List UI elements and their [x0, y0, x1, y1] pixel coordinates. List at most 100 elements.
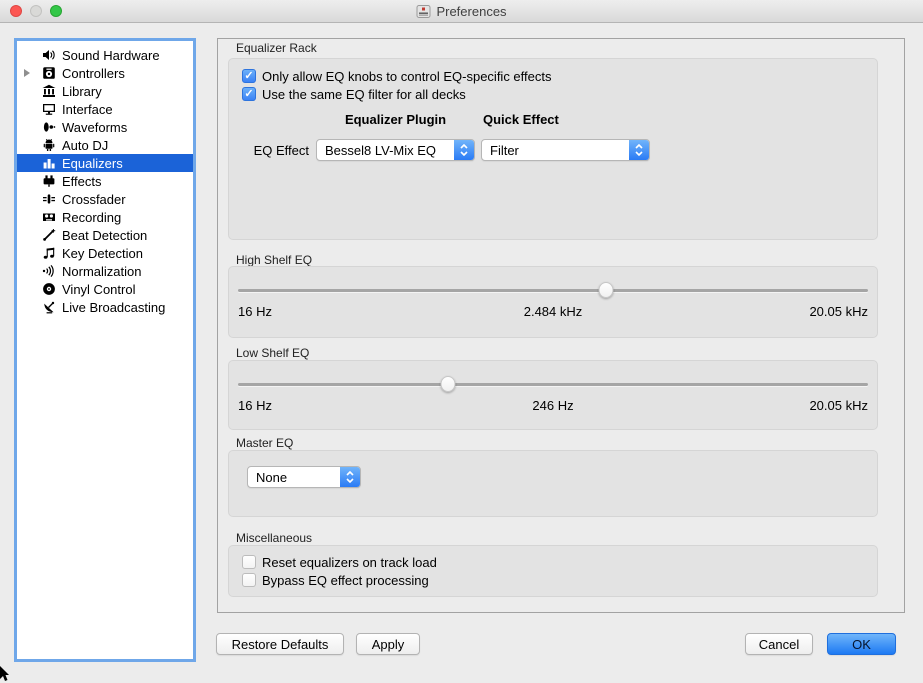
window-title: Preferences: [0, 0, 923, 22]
ok-button[interactable]: OK: [827, 633, 896, 655]
sidebar-item-controllers[interactable]: Controllers: [17, 64, 193, 82]
vinyl-icon: [41, 282, 56, 297]
sidebar-item-sound-hardware[interactable]: Sound Hardware: [17, 46, 193, 64]
apply-button[interactable]: Apply: [356, 633, 420, 655]
sidebar-item-recording[interactable]: Recording: [17, 208, 193, 226]
sidebar-item-effects[interactable]: Effects: [17, 172, 193, 190]
quick-effect-header: Quick Effect: [483, 112, 559, 127]
low-shelf-min: 16 Hz: [238, 398, 272, 413]
sidebar-item-label: Live Broadcasting: [62, 300, 165, 315]
equalizer-plugin-header: Equalizer Plugin: [316, 112, 475, 127]
sidebar-item-equalizers[interactable]: Equalizers: [17, 154, 193, 172]
sidebar-item-label: Beat Detection: [62, 228, 147, 243]
high-shelf-min: 16 Hz: [238, 304, 272, 319]
window-title-text: Preferences: [436, 4, 506, 19]
checkbox[interactable]: ✓: [242, 69, 256, 83]
sidebar-item-auto-dj[interactable]: Auto DJ: [17, 136, 193, 154]
bank-icon: [41, 84, 56, 99]
checkbox[interactable]: ✓: [242, 87, 256, 101]
speaker-icon: [41, 48, 56, 63]
low-shelf-value: 246 Hz: [532, 398, 573, 413]
combo-stepper-icon: [340, 467, 360, 487]
crossfader-icon: [41, 192, 56, 207]
checkbox-label: Use the same EQ filter for all decks: [262, 87, 466, 102]
sidebar-item-label: Key Detection: [62, 246, 143, 261]
checkbox[interactable]: ✓: [242, 555, 256, 569]
monitor-icon: [41, 102, 56, 117]
equalizer-bars-icon: [41, 156, 56, 171]
sidebar-item-waveforms[interactable]: Waveforms: [17, 118, 193, 136]
checkbox-row[interactable]: ✓ Bypass EQ effect processing: [242, 572, 429, 588]
checkbox-label: Reset equalizers on track load: [262, 555, 437, 570]
slider-handle[interactable]: [441, 376, 456, 392]
combo-stepper-icon: [629, 140, 649, 160]
miscellaneous-group: ✓ Reset equalizers on track load ✓ Bypas…: [228, 545, 878, 597]
checkbox-row[interactable]: ✓ Reset equalizers on track load: [242, 554, 437, 570]
high-shelf-title: High Shelf EQ: [236, 253, 312, 267]
sidebar-item-beat-detection[interactable]: Beat Detection: [17, 226, 193, 244]
sidebar-item-label: Crossfader: [62, 192, 126, 207]
sidebar-list: Sound Hardware Controllers Library Inter…: [17, 41, 193, 316]
sound-waves-icon: [41, 264, 56, 279]
sidebar-item-label: Interface: [62, 102, 113, 117]
music-note-icon: [41, 246, 56, 261]
sidebar-item-label: Controllers: [62, 66, 125, 81]
equalizer-rack-group: ✓ Only allow EQ knobs to control EQ-spec…: [228, 58, 878, 240]
sidebar-item-vinyl-control[interactable]: Vinyl Control: [17, 280, 193, 298]
mouse-cursor-artifact: [0, 666, 10, 681]
eq-effect-row-label: EQ Effect: [243, 143, 309, 158]
high-shelf-value: 2.484 kHz: [524, 304, 583, 319]
slider-track[interactable]: [238, 289, 868, 292]
preferences-sidebar: Sound Hardware Controllers Library Inter…: [14, 38, 196, 662]
sidebar-item-label: Sound Hardware: [62, 48, 160, 63]
checkbox-row[interactable]: ✓ Use the same EQ filter for all decks: [242, 86, 466, 102]
waveform-icon: [41, 120, 56, 135]
high-shelf-group: 16 Hz 2.484 kHz 20.05 kHz: [228, 266, 878, 338]
sidebar-item-normalization[interactable]: Normalization: [17, 262, 193, 280]
controller-icon: [41, 66, 56, 81]
quick-effect-select[interactable]: Filter: [481, 139, 650, 161]
master-eq-value: None: [248, 470, 340, 485]
slider-track[interactable]: [238, 383, 868, 386]
checkbox-row[interactable]: ✓ Only allow EQ knobs to control EQ-spec…: [242, 68, 552, 84]
quick-effect-value: Filter: [482, 143, 629, 158]
preferences-page-frame: Equalizer Rack ✓ Only allow EQ knobs to …: [217, 38, 905, 613]
titlebar: Preferences: [0, 0, 923, 23]
sidebar-item-label: Effects: [62, 174, 102, 189]
sidebar-item-key-detection[interactable]: Key Detection: [17, 244, 193, 262]
sidebar-item-label: Recording: [62, 210, 121, 225]
wand-icon: [41, 228, 56, 243]
checkbox[interactable]: ✓: [242, 573, 256, 587]
preferences-icon: [416, 4, 431, 19]
equalizer-plugin-value: Bessel8 LV-Mix EQ: [317, 143, 454, 158]
combo-stepper-icon: [454, 140, 474, 160]
sidebar-item-label: Vinyl Control: [62, 282, 135, 297]
high-shelf-max: 20.05 kHz: [809, 304, 868, 319]
high-shelf-slider[interactable]: [238, 282, 868, 298]
sidebar-item-library[interactable]: Library: [17, 82, 193, 100]
equalizer-rack-title: Equalizer Rack: [236, 41, 317, 55]
equalizer-plugin-select[interactable]: Bessel8 LV-Mix EQ: [316, 139, 475, 161]
low-shelf-slider[interactable]: [238, 376, 868, 392]
sidebar-item-label: Auto DJ: [62, 138, 108, 153]
master-eq-select[interactable]: None: [247, 466, 361, 488]
low-shelf-title: Low Shelf EQ: [236, 346, 309, 360]
disclosure-triangle-icon[interactable]: [24, 69, 30, 77]
low-shelf-group: 16 Hz 246 Hz 20.05 kHz: [228, 360, 878, 430]
sidebar-item-interface[interactable]: Interface: [17, 100, 193, 118]
cancel-button[interactable]: Cancel: [745, 633, 813, 655]
restore-defaults-button[interactable]: Restore Defaults: [216, 633, 344, 655]
sidebar-item-live-broadcasting[interactable]: Live Broadcasting: [17, 298, 193, 316]
slider-handle[interactable]: [598, 282, 613, 298]
robot-icon: [41, 138, 56, 153]
satellite-icon: [41, 300, 56, 315]
effects-icon: [41, 174, 56, 189]
sidebar-item-label: Equalizers: [62, 156, 123, 171]
low-shelf-max: 20.05 kHz: [809, 398, 868, 413]
cassette-icon: [41, 210, 56, 225]
master-eq-group: None: [228, 450, 878, 517]
miscellaneous-title: Miscellaneous: [236, 531, 312, 545]
sidebar-item-label: Normalization: [62, 264, 141, 279]
sidebar-item-crossfader[interactable]: Crossfader: [17, 190, 193, 208]
checkbox-label: Only allow EQ knobs to control EQ-specif…: [262, 69, 552, 84]
